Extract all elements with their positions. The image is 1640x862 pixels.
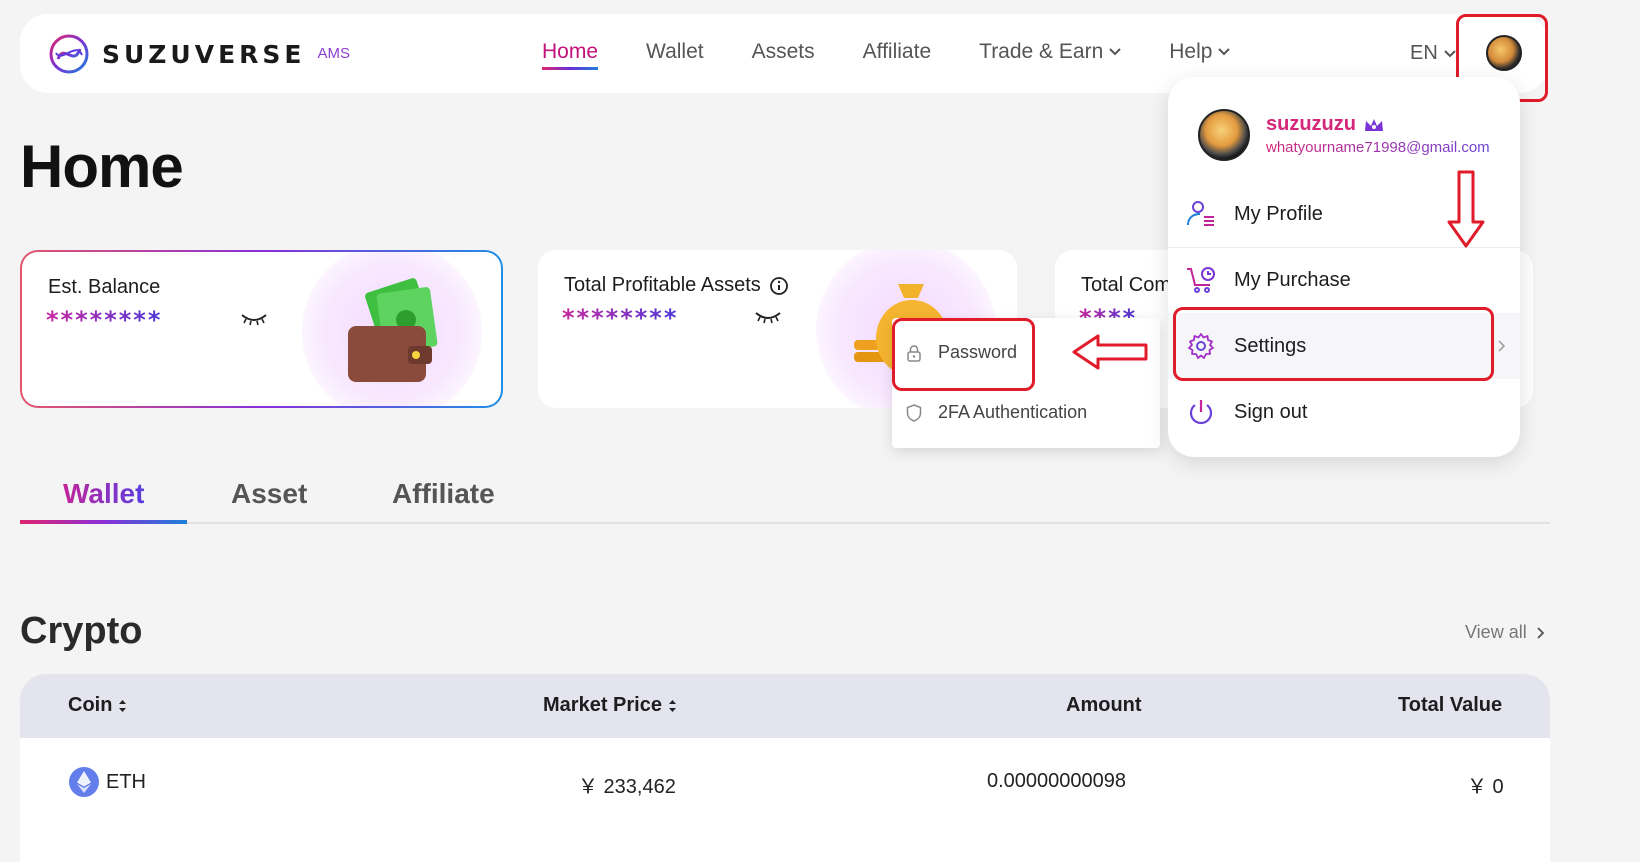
hidden-balance-value: ******** — [46, 306, 163, 334]
active-tab-indicator — [20, 520, 187, 524]
crypto-table: Coin Market Price Amount Total Value ETH… — [20, 674, 1550, 862]
sort-icon — [119, 699, 127, 712]
total-value-cell: ￥ 0 — [1467, 776, 1504, 798]
chevron-down-icon — [1109, 48, 1121, 56]
brand-name: SUZUVERSE — [102, 39, 306, 69]
crypto-section-title: Crypto — [20, 610, 143, 652]
profile-icon — [1187, 201, 1214, 226]
card-label: Est. Balance — [48, 276, 161, 298]
brand-suffix: AMS — [317, 44, 351, 62]
crown-badge-icon — [1365, 118, 1383, 131]
column-header-label: Market Price — [543, 694, 662, 716]
nav-home[interactable]: Home — [542, 40, 599, 70]
coin-name: ETH — [106, 770, 146, 793]
page-title: Home — [20, 133, 184, 200]
username-text: suzuzuzu — [1266, 113, 1356, 135]
tab-wallet[interactable]: Wallet — [63, 478, 144, 510]
menu-item-sign-out[interactable]: Sign out — [1168, 379, 1520, 445]
ethereum-icon — [69, 767, 99, 797]
shield-icon — [906, 403, 922, 422]
menu-item-label: My Profile — [1234, 202, 1323, 225]
username: suzuzuzu — [1266, 113, 1384, 136]
annotation-box-settings — [1173, 307, 1494, 381]
menu-item-my-purchase[interactable]: My Purchase — [1168, 247, 1520, 313]
card-label-text: Total Profitable Assets — [564, 274, 761, 296]
column-header-market-price[interactable]: Market Price — [543, 694, 677, 717]
nav-trade-earn-label: Trade & Earn — [979, 40, 1104, 63]
annotation-box-password — [892, 318, 1035, 391]
language-label: EN — [1410, 42, 1438, 64]
annotation-arrow-left-icon — [1072, 334, 1148, 370]
chevron-right-icon — [1498, 340, 1506, 352]
power-icon — [1189, 400, 1213, 425]
brand-logo[interactable]: SUZUVERSE AMS — [48, 33, 350, 75]
nav-affiliate-label: Affiliate — [862, 40, 932, 63]
cart-icon — [1187, 267, 1215, 293]
coin-cell: ETH — [68, 766, 146, 798]
menu-item-2fa[interactable]: 2FA Authentication — [906, 402, 1087, 423]
nav-wallet-label: Wallet — [646, 40, 704, 63]
column-header-amount: Amount — [1066, 694, 1142, 716]
menu-item-label: My Purchase — [1234, 268, 1351, 291]
view-all-label: View all — [1465, 622, 1527, 642]
table-header: Coin Market Price Amount Total Value — [20, 674, 1550, 738]
user-email: whatyourname71998@gmail.com — [1266, 139, 1490, 156]
info-icon[interactable] — [769, 276, 789, 296]
card-label: Total Com — [1081, 274, 1172, 296]
tab-affiliate[interactable]: Affiliate — [392, 478, 495, 510]
nav-assets-label: Assets — [751, 40, 815, 63]
wallet-icon — [348, 278, 438, 382]
nav-assets[interactable]: Assets — [752, 40, 815, 64]
hidden-assets-value: ******** — [562, 304, 679, 332]
nav-affiliate[interactable]: Affiliate — [863, 40, 932, 64]
chevron-down-icon — [1444, 49, 1456, 57]
annotation-arrow-down-icon — [1447, 170, 1485, 248]
column-header-total-value: Total Value — [1398, 694, 1503, 716]
column-header-label: Coin — [68, 694, 113, 716]
chevron-right-icon — [1537, 626, 1544, 639]
menu-item-label: 2FA Authentication — [938, 402, 1088, 422]
card-label: Total Profitable Assets — [564, 274, 789, 297]
chevron-down-icon — [1218, 48, 1231, 56]
eye-closed-icon[interactable] — [240, 312, 268, 326]
asset-tabs: Wallet Asset Affiliate — [20, 478, 1550, 524]
nav-help[interactable]: Help — [1169, 40, 1231, 64]
tab-asset[interactable]: Asset — [231, 478, 307, 510]
menu-item-label: Sign out — [1234, 400, 1308, 423]
nav-wallet[interactable]: Wallet — [646, 40, 704, 64]
nav-home-label: Home — [542, 40, 599, 63]
user-avatar — [1198, 109, 1250, 161]
amount-cell: 0.00000000098 — [987, 770, 1127, 792]
sort-icon — [668, 699, 676, 712]
column-header-coin[interactable]: Coin — [68, 694, 127, 717]
language-selector[interactable]: EN — [1410, 42, 1456, 65]
main-nav: Home Wallet Assets Affiliate Trade & Ear… — [542, 40, 1278, 70]
market-price-cell: ￥ 233,462 — [578, 776, 676, 798]
nav-help-label: Help — [1169, 40, 1213, 63]
est-balance-card: Est. Balance ******** — [20, 250, 503, 408]
eye-closed-icon[interactable] — [754, 310, 782, 324]
suzuverse-logo-icon — [49, 34, 89, 74]
user-dropdown-menu: suzuzuzu whatyourname71998@gmail.com My … — [1168, 77, 1520, 457]
nav-trade-earn[interactable]: Trade & Earn — [979, 40, 1121, 64]
view-all-link[interactable]: View all — [1465, 622, 1545, 643]
